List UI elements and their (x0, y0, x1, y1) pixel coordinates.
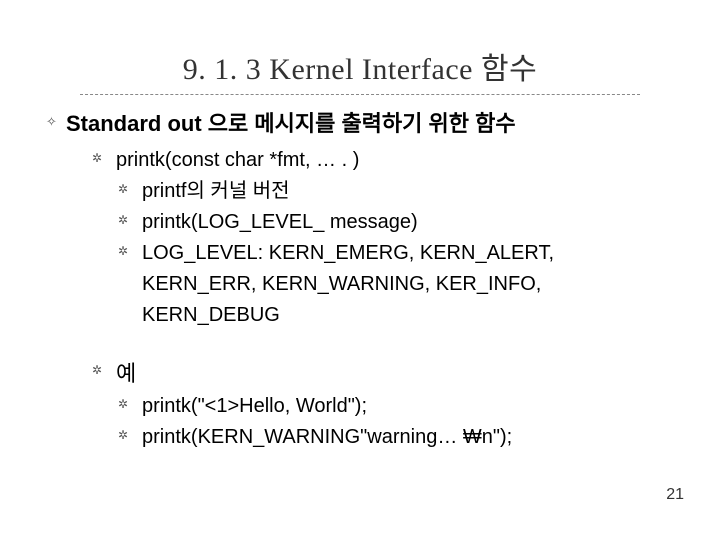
flower-icon: ✲ (92, 145, 116, 168)
list-item: ✲ printk(LOG_LEVEL_ message) (118, 207, 720, 238)
flower-icon: ✲ (92, 357, 116, 380)
example-1: printk(KERN_WARNING"warning… ₩n"); (142, 422, 512, 453)
func-details-group: ✲ printf의 커널 버전 ✲ printk(LOG_LEVEL_ mess… (92, 176, 720, 331)
examples-group: ✲ printk("<1>Hello, World"); ✲ printk(KE… (92, 391, 720, 453)
func-detail-0: printf의 커널 버전 (142, 176, 290, 207)
diamond-icon: ✧ (46, 107, 66, 132)
func-detail-2: LOG_LEVEL: KERN_EMERG, KERN_ALERT, KERN_… (142, 238, 672, 331)
example-heading-row: ✲ 예 (92, 357, 720, 391)
func-signature-row: ✲ printk(const char *fmt, … . ) (92, 145, 720, 176)
title-wrap: 9. 1. 3 Kernel Interface 함수 (0, 0, 720, 95)
slide: 9. 1. 3 Kernel Interface 함수 ✧ Standard o… (0, 0, 720, 540)
content-area: ✧ Standard out 으로 메시지를 출력하기 위한 함수 ✲ prin… (0, 95, 720, 453)
func-signature: printk(const char *fmt, … . ) (116, 145, 359, 176)
slide-title: 9. 1. 3 Kernel Interface 함수 (80, 44, 640, 95)
example-0: printk("<1>Hello, World"); (142, 391, 367, 422)
flower-icon: ✲ (118, 238, 142, 261)
page-number: 21 (666, 486, 684, 504)
section-heading-row: ✧ Standard out 으로 메시지를 출력하기 위한 함수 (46, 107, 720, 141)
list-item: ✲ printk("<1>Hello, World"); (118, 391, 720, 422)
flower-icon: ✲ (118, 422, 142, 445)
func-detail-1: printk(LOG_LEVEL_ message) (142, 207, 418, 238)
list-item: ✲ printk(KERN_WARNING"warning… ₩n"); (118, 422, 720, 453)
list-item: ✲ printf의 커널 버전 (118, 176, 720, 207)
list-item: ✲ LOG_LEVEL: KERN_EMERG, KERN_ALERT, KER… (118, 238, 720, 331)
section-heading: Standard out 으로 메시지를 출력하기 위한 함수 (66, 107, 516, 141)
flower-icon: ✲ (118, 176, 142, 199)
example-heading: 예 (116, 357, 136, 391)
flower-icon: ✲ (118, 207, 142, 230)
flower-icon: ✲ (118, 391, 142, 414)
level2-group: ✲ printk(const char *fmt, … . ) ✲ printf… (46, 141, 720, 453)
spacer (92, 331, 720, 357)
